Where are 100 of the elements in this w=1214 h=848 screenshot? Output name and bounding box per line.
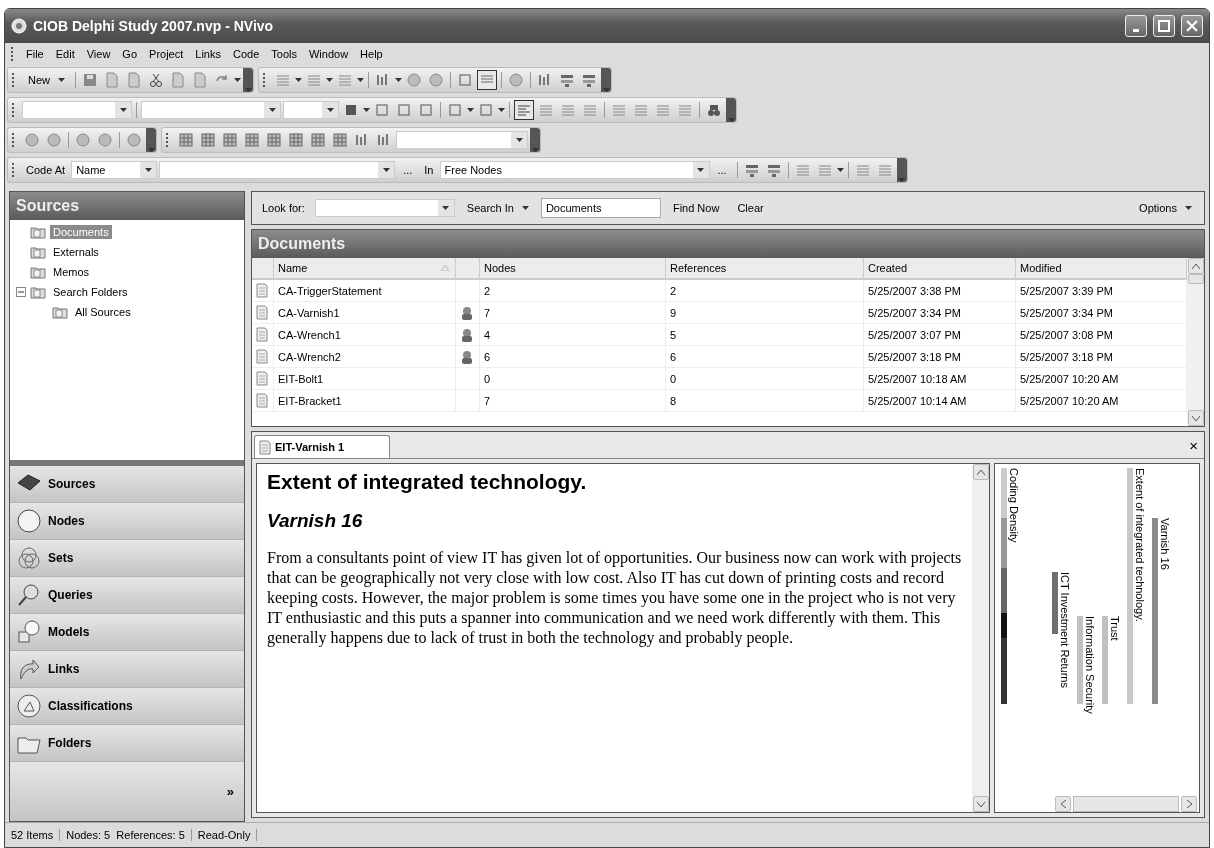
browse-button[interactable]: ... [397, 162, 419, 178]
scroll-left-button[interactable] [1055, 795, 1071, 812]
document-icon [126, 72, 142, 88]
scroll-down-button[interactable] [972, 796, 989, 812]
circle-icon [508, 72, 524, 88]
column-header[interactable]: Name [274, 258, 456, 280]
grid-icon [266, 132, 282, 148]
caret-icon [363, 108, 370, 112]
nav-button[interactable]: Classifications [10, 688, 244, 725]
stack-icon [559, 72, 575, 88]
menu-item[interactable]: Help [355, 46, 388, 62]
nav-button[interactable]: Sources [10, 466, 244, 503]
menu-item[interactable]: Window [303, 46, 354, 62]
tree-item[interactable]: Memos [50, 265, 93, 279]
close-button[interactable] [1181, 15, 1203, 37]
menu-item[interactable]: Project [144, 46, 189, 62]
scrollbar[interactable] [1187, 258, 1204, 426]
toolbar-options-button[interactable] [896, 158, 907, 182]
menu-item[interactable]: Tools [266, 46, 302, 62]
caret-icon [1185, 206, 1192, 210]
menu-item[interactable]: File [21, 46, 49, 62]
chevron-right-icon [1186, 799, 1192, 808]
menu-item[interactable]: Links [190, 46, 226, 62]
font-style-dropdown[interactable] [22, 101, 132, 119]
column-header[interactable]: References [666, 258, 864, 280]
document-tab[interactable]: EIT-Varnish 1 [254, 435, 390, 458]
look-for-field[interactable] [314, 199, 455, 217]
toolbar-button[interactable] [477, 70, 497, 90]
menu-item[interactable]: Edit [50, 46, 80, 62]
square-icon [396, 102, 412, 118]
column-header[interactable]: Modified [1016, 258, 1187, 280]
collapse-toggle[interactable] [16, 287, 26, 297]
code-at-dropdown[interactable]: Name [71, 161, 158, 179]
lines-icon [794, 162, 811, 178]
table-cell: 5/25/2007 3:34 PM [864, 302, 1016, 324]
grip-icon [12, 103, 17, 117]
circle-icon [428, 72, 444, 88]
stripe-label: Extent of integrated technology. [1134, 468, 1146, 622]
table-cell: 7 [480, 302, 666, 324]
more-button[interactable]: » [226, 784, 234, 799]
nav-button[interactable]: Nodes [10, 503, 244, 540]
caret-icon [326, 78, 333, 82]
nav-button[interactable]: Folders [10, 725, 244, 762]
chevron-icon [898, 178, 906, 182]
dropdown[interactable] [396, 131, 528, 149]
scrollbar[interactable] [972, 464, 989, 812]
find-now-button[interactable]: Find Now [666, 200, 726, 216]
menu-item[interactable]: Go [117, 46, 143, 62]
document-icon [256, 393, 268, 408]
minimize-button[interactable] [1125, 15, 1147, 37]
column-header[interactable]: Created [864, 258, 1016, 280]
scrollbar-thumb[interactable] [1187, 274, 1204, 284]
browse-button[interactable]: ... [711, 162, 733, 178]
app-logo-icon [11, 18, 27, 34]
menu-item[interactable]: View [81, 46, 116, 62]
grid-icon [244, 132, 260, 148]
close-button[interactable]: × [1189, 436, 1198, 454]
tree-item[interactable]: Externals [50, 245, 102, 259]
table-cell: 4 [480, 324, 666, 346]
square-icon [457, 72, 473, 88]
caret-icon [697, 168, 704, 172]
in-dropdown[interactable]: Free Nodes [439, 161, 710, 179]
status-text: Nodes: 5 References: 5 [60, 829, 192, 841]
circle-icon [24, 132, 40, 148]
nav-button[interactable]: Models [10, 614, 244, 651]
lines-icon [306, 72, 322, 88]
search-in-button[interactable]: Search In [460, 200, 535, 216]
scroll-up-button[interactable] [1187, 258, 1204, 274]
scroll-down-button[interactable] [1187, 410, 1204, 426]
column-header[interactable]: Nodes [480, 258, 666, 280]
nav-button[interactable]: Links [10, 651, 244, 688]
maximize-button[interactable] [1153, 15, 1175, 37]
grid-icon [288, 132, 304, 148]
grip-icon [12, 163, 17, 177]
tree-item[interactable]: All Sources [72, 305, 134, 319]
document-subheading: Varnish 16 [267, 510, 364, 532]
document-icon [170, 72, 186, 88]
person-icon [460, 327, 474, 342]
tree-item[interactable]: Search Folders [50, 285, 131, 299]
options-button[interactable]: Options [1133, 200, 1198, 216]
minus-icon [18, 289, 24, 295]
scrollbar-thumb[interactable] [1073, 795, 1179, 812]
font-name-dropdown[interactable] [141, 101, 281, 119]
minimize-icon [1133, 28, 1139, 32]
node-dropdown[interactable] [159, 161, 396, 179]
chevron-icon [244, 88, 252, 92]
search-in-field[interactable]: Documents [540, 198, 661, 218]
cut-icon [148, 72, 164, 88]
filled-square-icon [343, 102, 359, 118]
stripe-label: Trust [1109, 616, 1121, 641]
nav-button[interactable]: Sets [10, 540, 244, 577]
toolbar-button[interactable] [514, 100, 534, 120]
nav-button[interactable]: Queries [10, 577, 244, 614]
clear-button[interactable]: Clear [731, 200, 770, 216]
new-button[interactable]: New [22, 72, 71, 88]
scroll-up-button[interactable] [972, 464, 989, 480]
scroll-right-button[interactable] [1181, 795, 1197, 812]
window-title: CIOB Delphi Study 2007.nvp - NVivo [33, 18, 275, 34]
menu-item[interactable]: Code [228, 46, 265, 62]
table-cell: 8 [666, 390, 864, 412]
